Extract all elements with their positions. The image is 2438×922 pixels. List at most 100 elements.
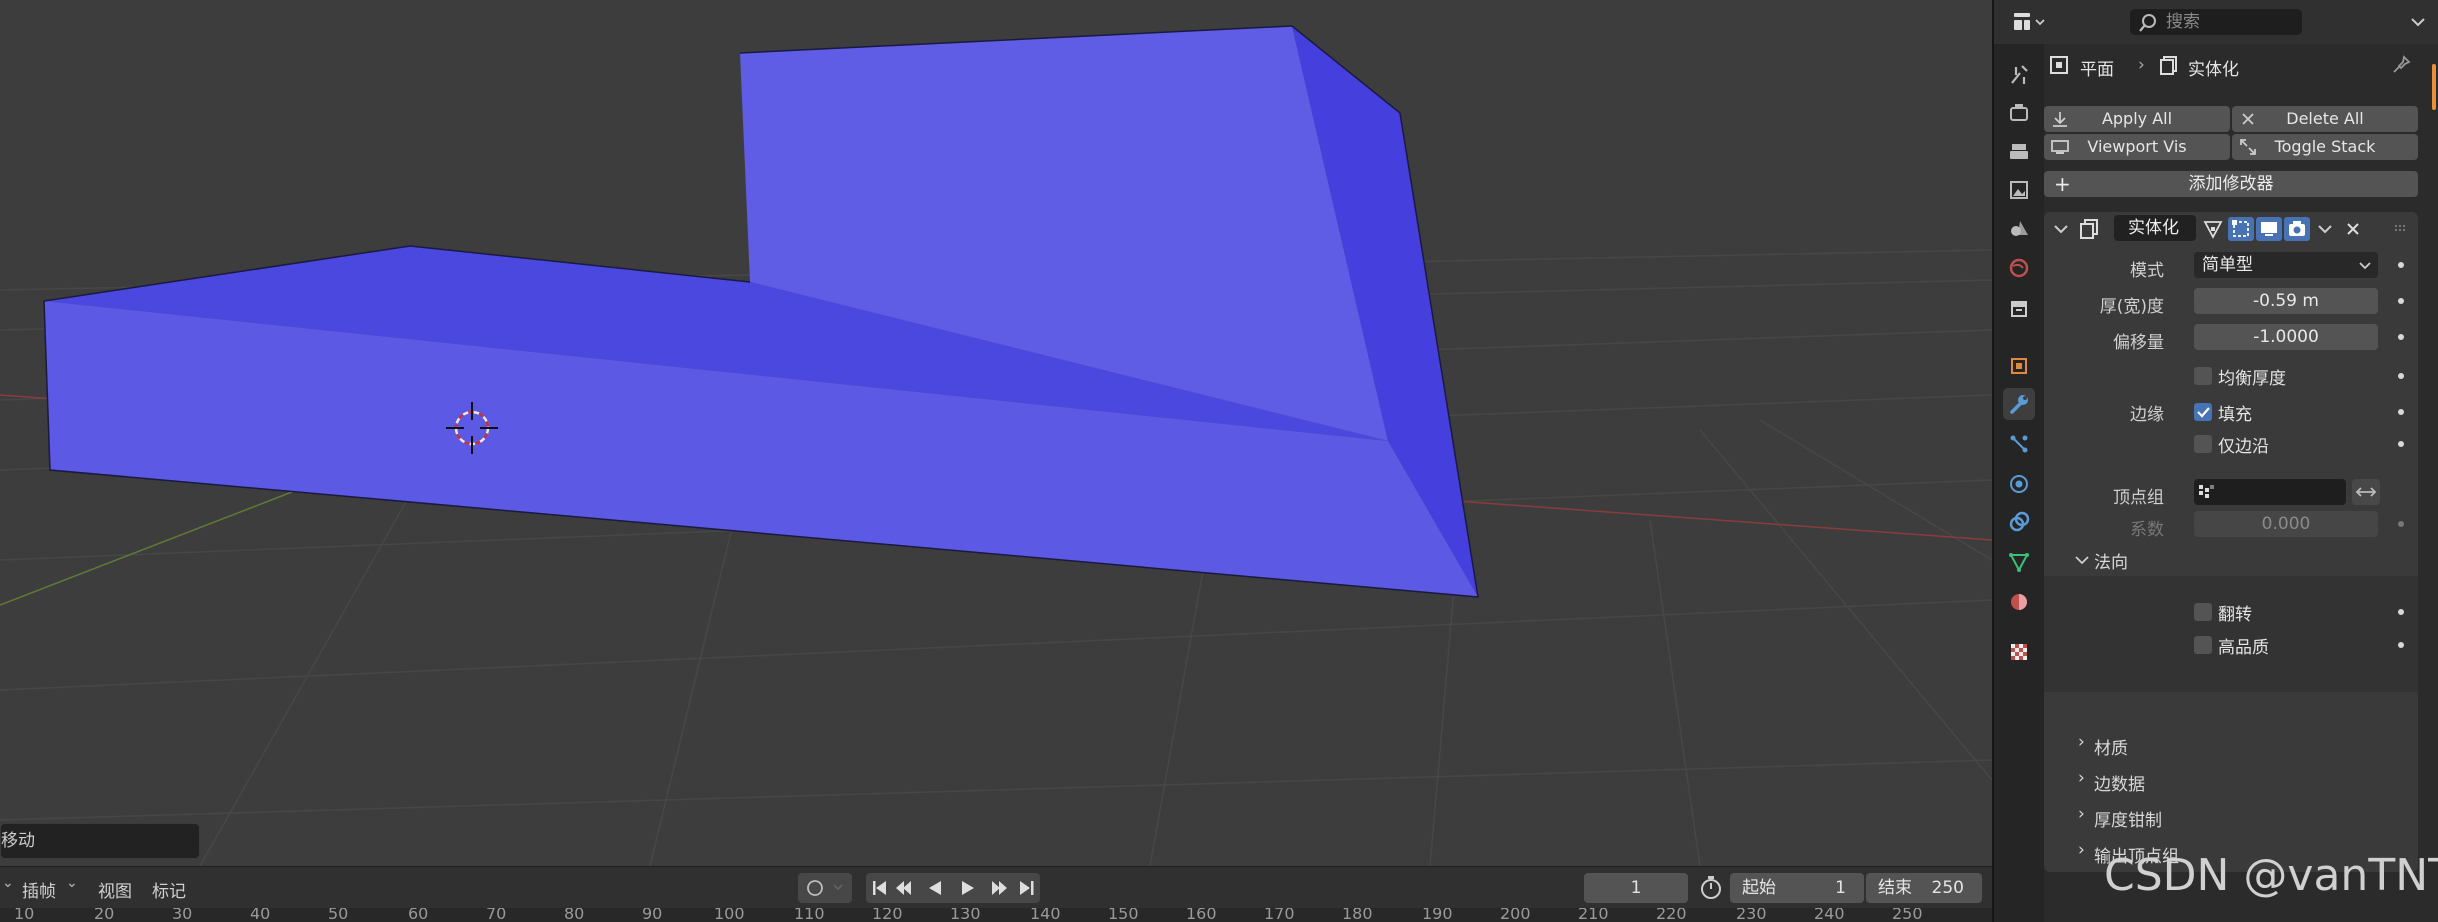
mode-label: 模式	[2130, 261, 2164, 281]
tab-material[interactable]	[2003, 586, 2035, 618]
editor-type-icon[interactable]	[2012, 10, 2052, 34]
flip-normals-checkbox[interactable]	[2194, 603, 2212, 621]
tab-data[interactable]	[2003, 546, 2035, 578]
drag-handle-icon[interactable]	[2392, 220, 2410, 238]
mesh-data-icon	[2009, 553, 2029, 573]
chevron-right-icon[interactable]: ›	[2078, 840, 2085, 860]
chevron-down-icon[interactable]	[2074, 552, 2090, 568]
search-input[interactable]: 搜索	[2130, 9, 2302, 35]
play-icon[interactable]	[962, 881, 974, 895]
keyframe-dot[interactable]	[2398, 441, 2404, 447]
toggle-stack-button[interactable]: Toggle Stack	[2232, 134, 2418, 160]
keyframe-dot[interactable]	[2398, 373, 2404, 379]
breadcrumb-separator: ›	[2138, 55, 2145, 75]
current-frame-field[interactable]: 1	[1584, 873, 1688, 903]
tab-world[interactable]	[2003, 252, 2035, 284]
auto-keying-toggle[interactable]	[798, 873, 852, 903]
end-frame-field[interactable]: 结束 250	[1866, 873, 1982, 903]
render-toggle[interactable]	[2284, 217, 2310, 241]
tab-scene[interactable]	[2003, 212, 2035, 244]
particles-icon	[2010, 435, 2028, 453]
chevron-down-icon[interactable]: ⌄	[2, 875, 14, 891]
properties-header: 搜索	[1994, 0, 2438, 44]
edge-data-subpanel-header[interactable]: 边数据	[2094, 770, 2145, 795]
keyframe-dot[interactable]	[2398, 642, 2404, 648]
high-quality-normals-checkbox[interactable]	[2194, 636, 2212, 654]
keyframe-dot[interactable]	[2398, 609, 2404, 615]
prev-keyframe-icon[interactable]	[896, 881, 918, 895]
menu-marker[interactable]: 标记	[152, 877, 186, 902]
viewport-toggle[interactable]	[2256, 217, 2282, 241]
chevron-down-icon[interactable]	[2052, 220, 2070, 238]
keyframe-dot[interactable]	[2398, 334, 2404, 340]
ruler-tick: 200	[1500, 908, 1531, 922]
thickness-field[interactable]: -0.59 m	[2194, 288, 2378, 314]
factor-value: 0.000	[2261, 514, 2311, 534]
ruler-tick: 220	[1656, 908, 1687, 922]
apply-all-button[interactable]: Apply All	[2044, 106, 2230, 132]
tab-texture[interactable]	[2003, 636, 2035, 668]
stopwatch-icon[interactable]	[1698, 875, 1724, 901]
cage-toggle[interactable]	[2228, 217, 2254, 241]
next-keyframe-icon[interactable]	[992, 881, 1007, 895]
tab-physics[interactable]	[2003, 468, 2035, 500]
monitor-icon	[2051, 140, 2069, 154]
invert-vertex-group-button[interactable]	[2352, 479, 2380, 505]
wrench-icon	[2010, 395, 2028, 414]
timeline-ruler[interactable]: 10 20 30 40 50 60 70 80 90 100 110 120 1…	[0, 908, 1992, 922]
keyframe-dot[interactable]	[2398, 262, 2404, 268]
add-modifier-button[interactable]: + 添加修改器	[2044, 171, 2418, 197]
tab-view-layer[interactable]	[2003, 174, 2035, 206]
pin-icon[interactable]	[2390, 54, 2412, 76]
factor-field[interactable]: 0.000	[2194, 511, 2378, 537]
tab-object[interactable]	[2003, 350, 2035, 382]
even-thickness-checkbox[interactable]	[2194, 367, 2212, 385]
play-reverse-icon[interactable]	[929, 881, 941, 895]
ruler-tick: 170	[1264, 908, 1295, 922]
edit-mode-toggle[interactable]	[2200, 217, 2226, 241]
chevron-down-icon[interactable]	[2408, 12, 2428, 32]
chevron-right-icon[interactable]: ›	[2078, 804, 2085, 824]
keyframe-dot[interactable]	[2398, 521, 2404, 527]
menu-keying[interactable]: 插帧	[22, 877, 56, 902]
jump-start-icon[interactable]	[873, 881, 886, 895]
3d-viewport[interactable]: 移动	[0, 0, 1992, 866]
checkmark-icon	[2197, 407, 2210, 418]
last-operator-panel[interactable]: 移动	[0, 823, 200, 859]
jump-end-icon[interactable]	[1020, 881, 1034, 895]
vertex-group-field[interactable]	[2194, 479, 2346, 505]
tab-render[interactable]	[2003, 96, 2035, 128]
offset-field[interactable]: -1.0000	[2194, 324, 2378, 350]
fill-rim-checkbox[interactable]	[2194, 403, 2212, 421]
plane-mesh[interactable]	[43, 25, 1479, 598]
viewport-vis-button[interactable]: Viewport Vis	[2044, 134, 2230, 160]
only-rim-checkbox[interactable]	[2194, 435, 2212, 453]
camera-back-icon	[2010, 104, 2028, 121]
delete-all-button[interactable]: Delete All	[2232, 106, 2418, 132]
thickness-clamp-subpanel-header[interactable]: 厚度钳制	[2094, 806, 2162, 831]
tab-particles[interactable]	[2003, 428, 2035, 460]
tab-constraints[interactable]	[2003, 506, 2035, 538]
physics-icon	[2010, 475, 2028, 493]
mode-dropdown[interactable]: 简单型	[2194, 252, 2378, 278]
scrollbar-thumb[interactable]	[2432, 64, 2436, 110]
chevron-down-icon[interactable]: ⌄	[66, 875, 78, 891]
tab-modifiers[interactable]	[2003, 388, 2035, 420]
chevron-right-icon[interactable]: ›	[2078, 768, 2085, 788]
chevron-right-icon[interactable]: ›	[2078, 732, 2085, 752]
menu-view[interactable]: 视图	[98, 877, 132, 902]
modifier-header[interactable]: 实体化	[2044, 212, 2418, 244]
tab-output[interactable]	[2003, 136, 2035, 168]
tab-tool[interactable]	[2003, 58, 2035, 90]
materials-subpanel-header[interactable]: 材质	[2094, 734, 2128, 759]
normals-subpanel-header[interactable]: 法向	[2094, 548, 2128, 573]
tab-collection[interactable]	[2003, 292, 2035, 324]
modifier-name-field[interactable]: 实体化	[2114, 215, 2196, 241]
start-frame-field[interactable]: 起始 1	[1730, 873, 1864, 903]
close-icon[interactable]	[2344, 220, 2362, 238]
viewport-canvas[interactable]	[0, 0, 1992, 866]
keyframe-dot[interactable]	[2398, 409, 2404, 415]
keyframe-dot[interactable]	[2398, 298, 2404, 304]
ruler-tick: 110	[794, 908, 825, 922]
chevron-down-icon[interactable]	[2316, 220, 2334, 238]
